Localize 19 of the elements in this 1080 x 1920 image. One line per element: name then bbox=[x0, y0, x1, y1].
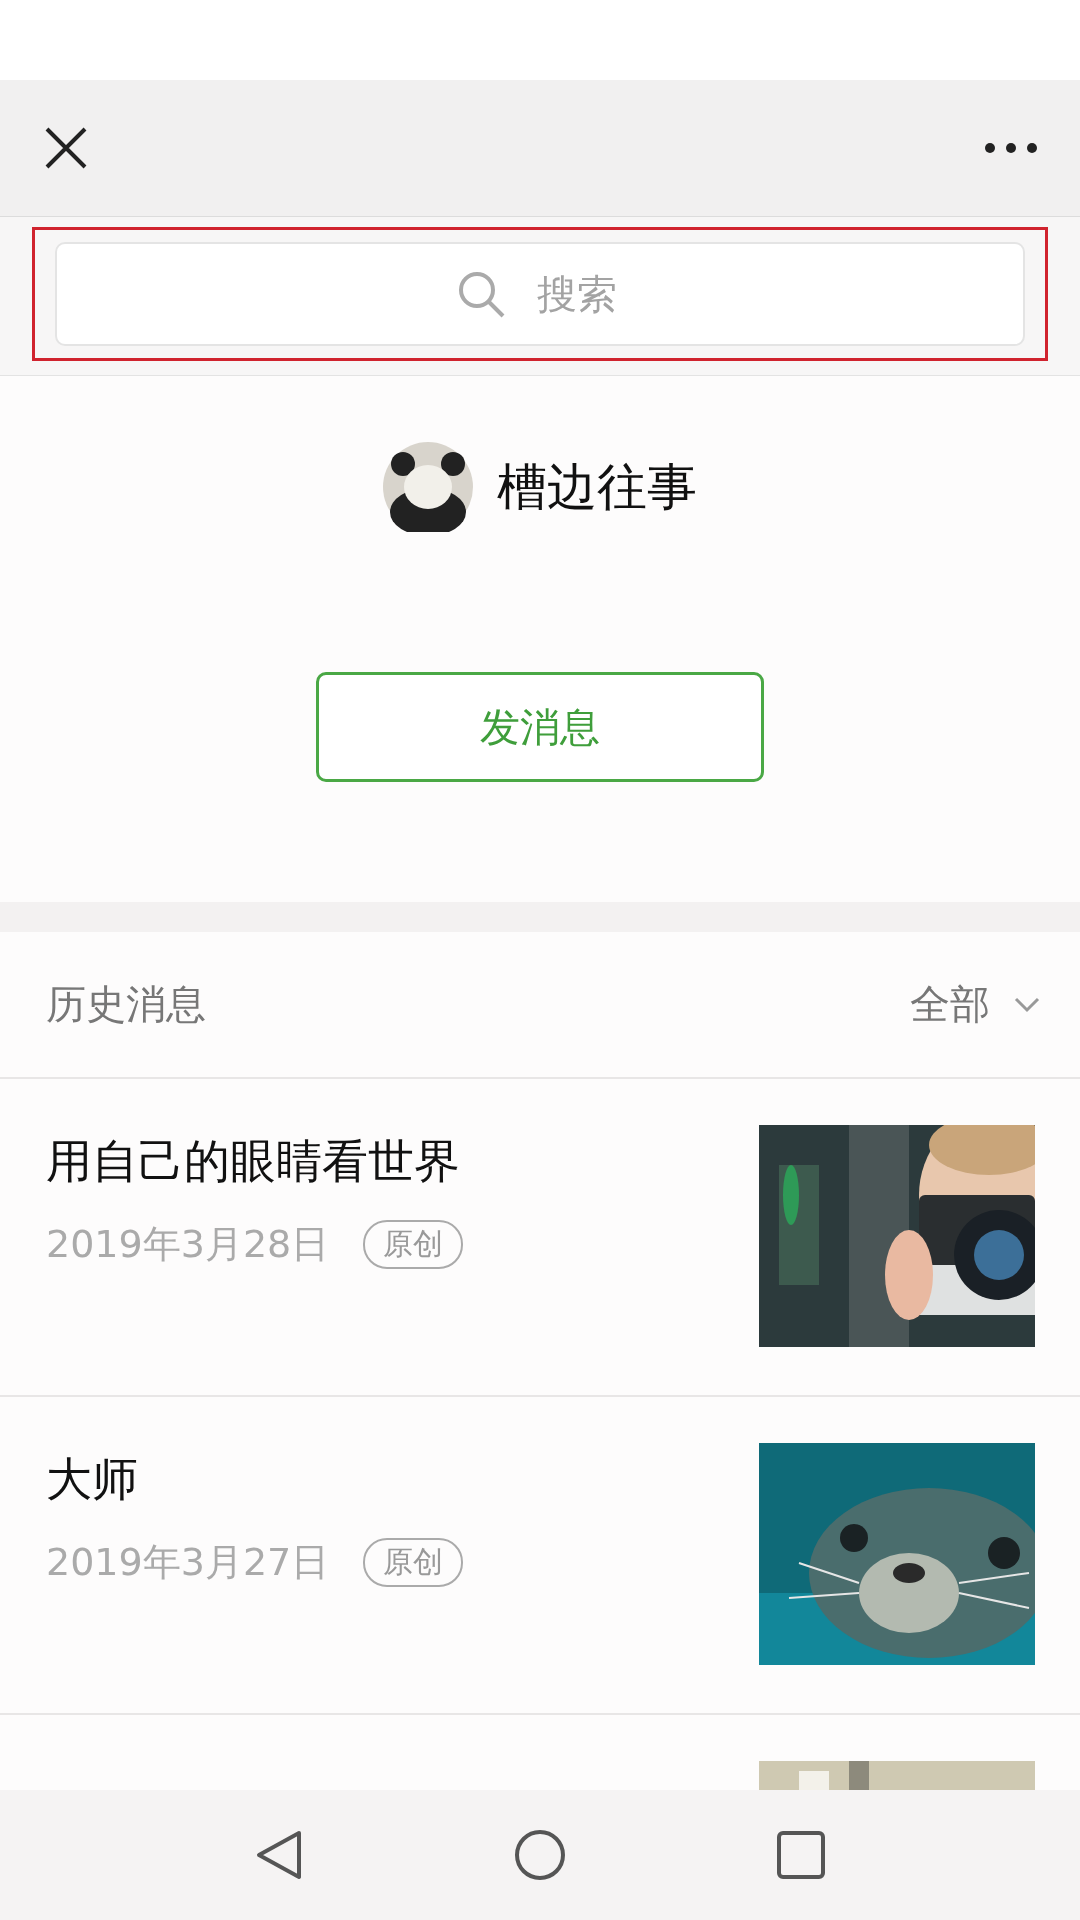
article-title: 用自己的眼睛看世界 bbox=[46, 1133, 461, 1190]
search-icon bbox=[456, 269, 506, 319]
close-icon bbox=[44, 126, 88, 170]
article-date: 2019年3月27日 bbox=[46, 1539, 330, 1586]
back-icon bbox=[255, 1829, 304, 1881]
recents-icon bbox=[776, 1831, 825, 1879]
home-icon bbox=[514, 1829, 566, 1881]
account-name: 槽边往事 bbox=[497, 456, 697, 518]
search-field[interactable]: 搜索 bbox=[55, 242, 1025, 346]
filter-dropdown[interactable]: 全部 bbox=[904, 976, 1046, 1033]
more-icon bbox=[984, 142, 1038, 154]
article-item[interactable]: 用自己的眼睛看世界 2019年3月28日 原创 bbox=[0, 1079, 1080, 1397]
article-title: 大师 bbox=[46, 1451, 139, 1508]
section-title: 历史消息 bbox=[46, 980, 206, 1029]
original-tag: 原创 bbox=[363, 1220, 464, 1269]
original-tag: 原创 bbox=[363, 1538, 464, 1587]
chevron-down-icon bbox=[1014, 996, 1040, 1013]
article-item[interactable]: 大师 2019年3月27日 原创 bbox=[0, 1397, 1080, 1715]
article-date: 2019年3月28日 bbox=[46, 1221, 330, 1268]
